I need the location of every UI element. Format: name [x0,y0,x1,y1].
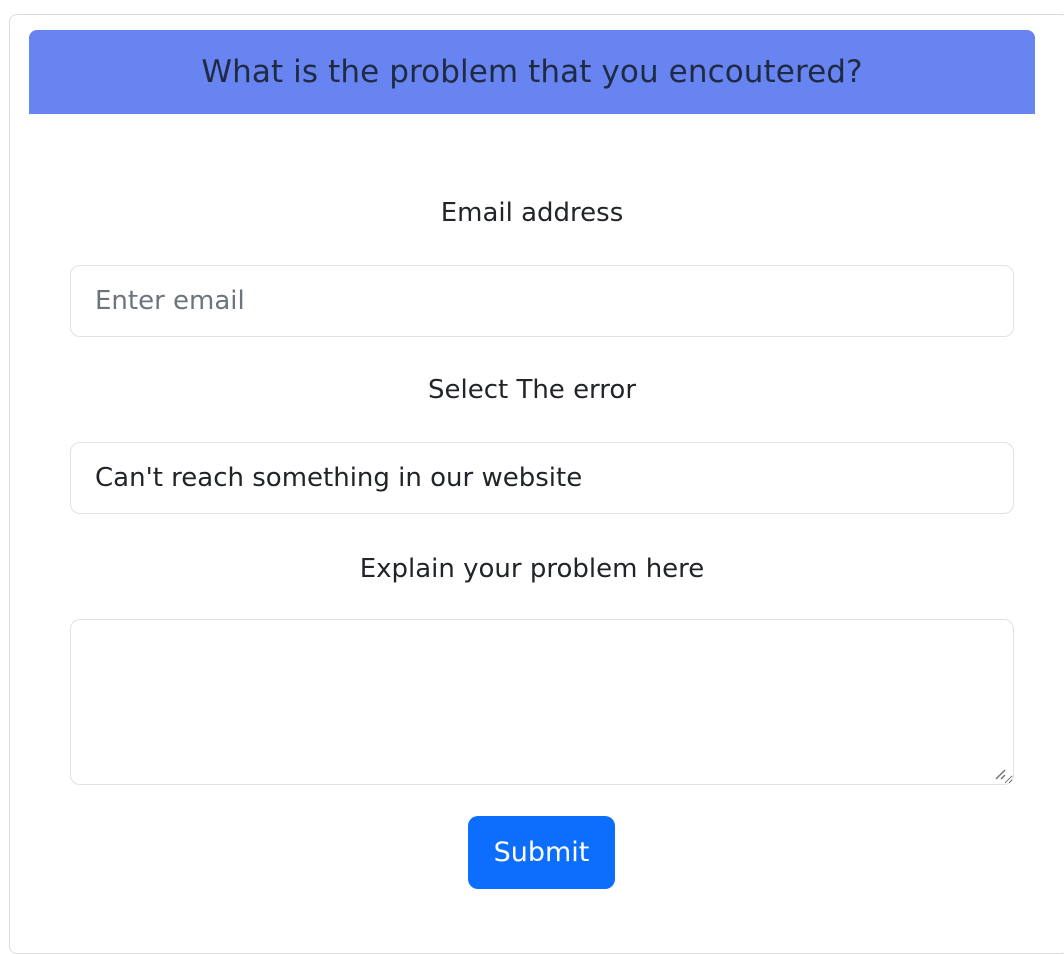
card-header: What is the problem that you encoutered? [29,30,1035,114]
problem-textarea[interactable] [70,619,1014,785]
email-label: Email address [440,198,624,228]
submit-button[interactable]: Submit [468,816,615,889]
resize-grip-icon[interactable] [992,766,1006,780]
page-title: What is the problem that you encoutered? [201,54,863,90]
email-input[interactable] [70,265,1014,337]
error-select[interactable]: Can't reach something in our website [70,442,1014,514]
error-select-value: Can't reach something in our website [95,463,583,493]
problem-label: Explain your problem here [359,554,705,584]
error-select-label: Select The error [427,375,637,405]
